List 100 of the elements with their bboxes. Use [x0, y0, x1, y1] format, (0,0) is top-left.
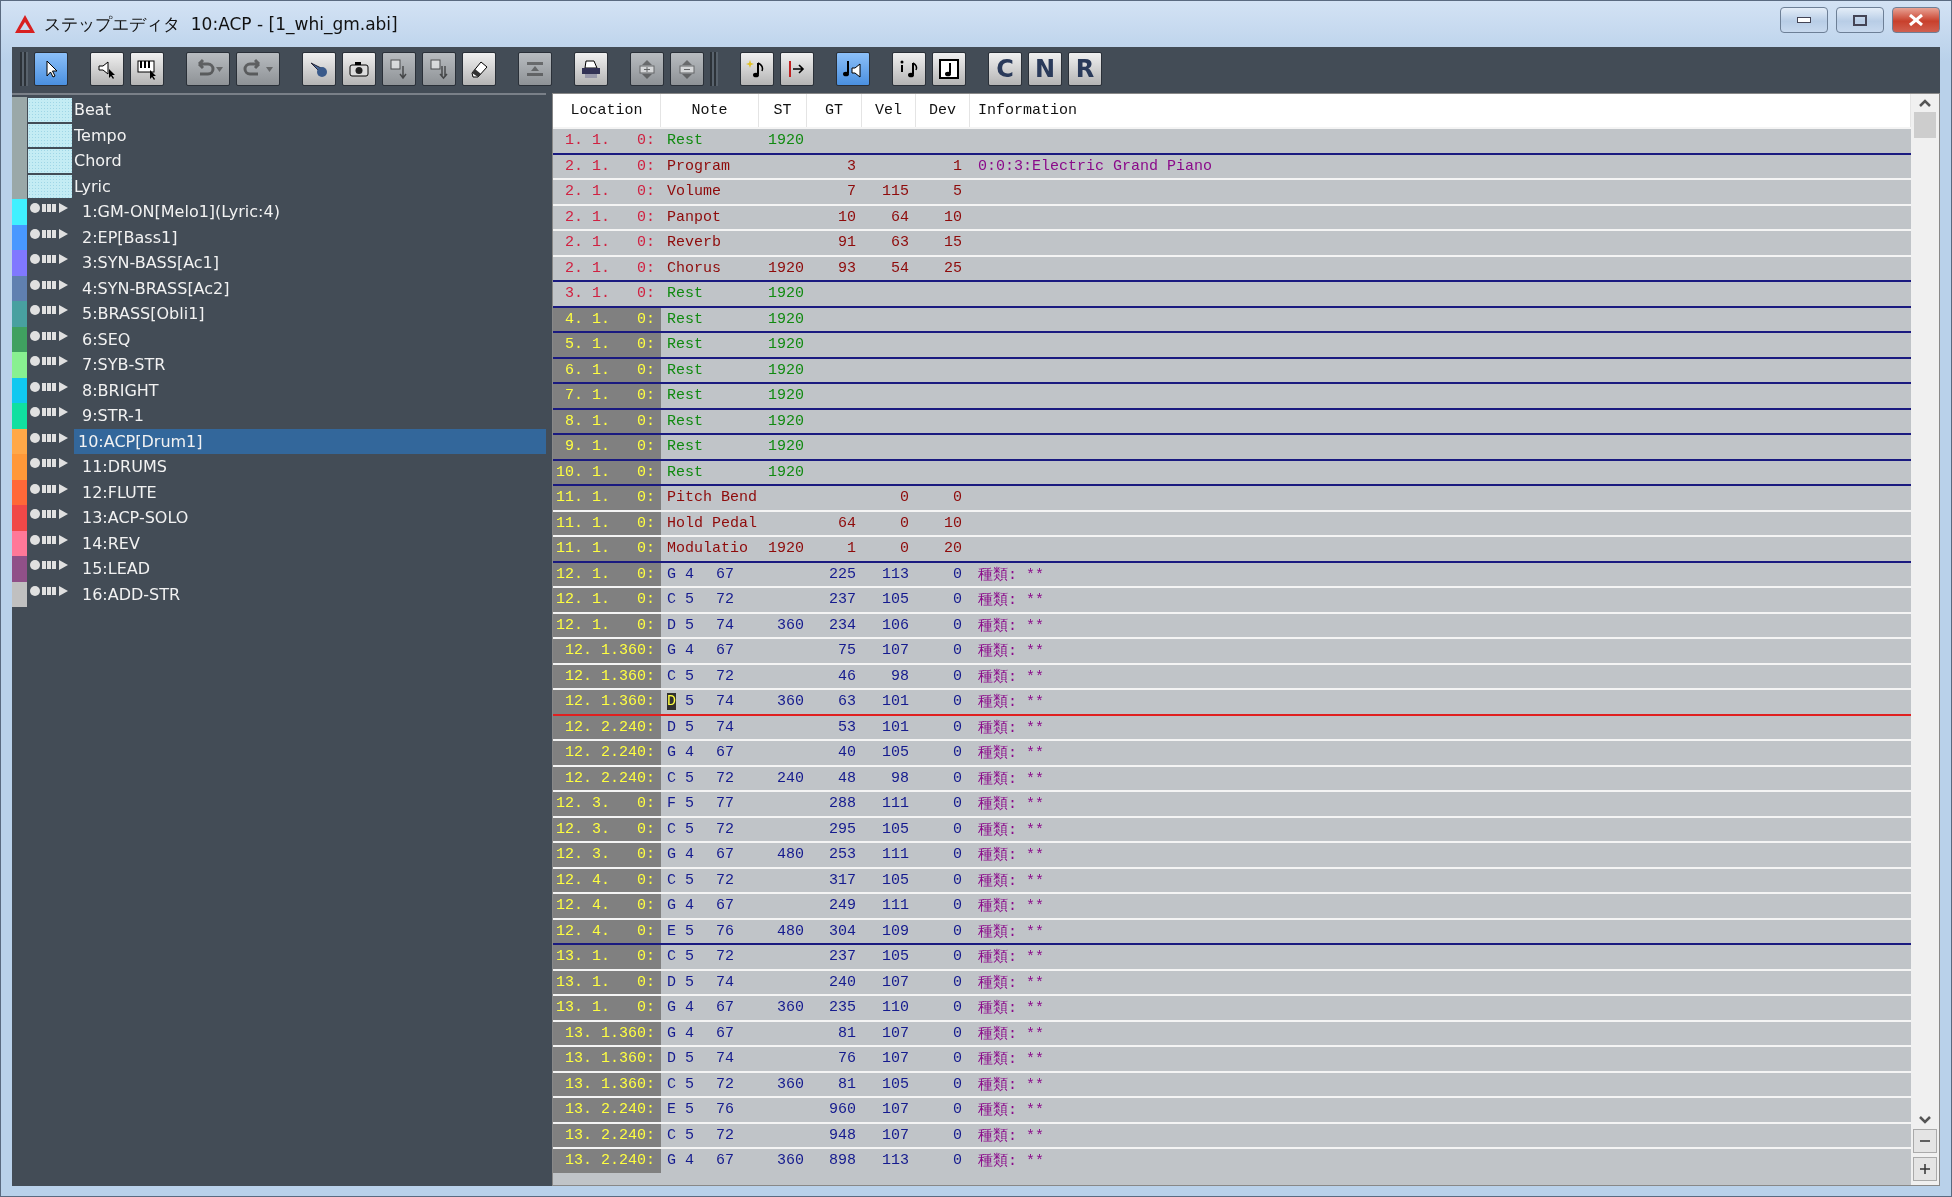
- gt-cell-text: 249: [828, 896, 857, 917]
- close-button[interactable]: [1892, 7, 1940, 33]
- track-item[interactable]: 10:ACP[Drum1]: [74, 428, 546, 454]
- minimize-button[interactable]: [1780, 7, 1828, 33]
- note-cell-text: Rest: [666, 462, 704, 483]
- location-cell: 11. 1. 0:: [553, 486, 661, 510]
- printer-icon: [580, 58, 602, 80]
- track-item[interactable]: 11:DRUMS: [74, 454, 546, 480]
- track-item[interactable]: 4:SYN-BRASS[Ac2]: [74, 275, 546, 301]
- location-cell: 12. 1.360:: [553, 664, 661, 688]
- note-cell-text: G 4 67: [666, 1151, 736, 1172]
- scroll-up-icon[interactable]: [1918, 98, 1932, 108]
- information-cell-text: 種類: **: [977, 642, 1045, 663]
- vel-cell-text: 107: [881, 641, 910, 662]
- toolbar-button[interactable]: C: [988, 52, 1022, 86]
- scroll-thumb[interactable]: [1914, 112, 1936, 138]
- note-cell-text: G 4 67: [666, 564, 736, 585]
- dev-cell-text: 0: [952, 615, 963, 636]
- information-cell-text: 種類: **: [977, 744, 1045, 765]
- track-item[interactable]: 13:ACP-SOLO: [74, 505, 546, 531]
- note-cell-text: G 4 67: [666, 641, 736, 662]
- location-cell: 12. 4. 0:: [553, 868, 661, 892]
- st-cell-text: 1920: [767, 539, 805, 560]
- track-item[interactable]: 8:BRIGHT: [74, 377, 546, 403]
- location-cell: 11. 1. 0:: [553, 537, 661, 561]
- toolbar-button[interactable]: [130, 52, 164, 86]
- gt-cell-text: 235: [828, 998, 857, 1019]
- vel-cell-text: 98: [890, 768, 910, 789]
- track-item[interactable]: 2:EP[Bass1]: [74, 224, 546, 250]
- track-item[interactable]: 3:SYN-BASS[Ac1]: [74, 250, 546, 276]
- st-cell-text: 360: [776, 1074, 805, 1095]
- dev-cell-text: 0: [952, 1074, 963, 1095]
- location-cell: 11. 1. 0:: [553, 511, 661, 535]
- location-cell: 12. 3. 0:: [553, 817, 661, 841]
- toolbar-button[interactable]: [836, 52, 870, 86]
- information-cell-text: 種類: **: [977, 846, 1045, 867]
- scroll-down-icon[interactable]: [1918, 1115, 1932, 1125]
- scrollbar[interactable]: [1911, 94, 1939, 1185]
- track-item[interactable]: 16:ADD-STR: [74, 581, 546, 607]
- track-item[interactable]: 14:REV: [74, 530, 546, 556]
- track-item[interactable]: Tempo: [74, 122, 546, 148]
- vel-cell-text: 105: [881, 1074, 910, 1095]
- toolbar-button[interactable]: N: [1028, 52, 1062, 86]
- dev-cell-text: 0: [952, 692, 963, 713]
- location-cell: 12. 2.240:: [553, 715, 661, 739]
- dev-cell-text: 0: [952, 819, 963, 840]
- note-cell-text: G 4 67: [666, 743, 736, 764]
- note-cell-text: Panpot: [666, 207, 722, 228]
- vel-cell-text: 105: [881, 947, 910, 968]
- st-cell-text: 480: [776, 921, 805, 942]
- toolbar-button[interactable]: [892, 52, 926, 86]
- toolbar-button[interactable]: [740, 52, 774, 86]
- toolbar-button[interactable]: R: [1068, 52, 1102, 86]
- note-cell-text: Rest: [666, 131, 704, 152]
- gt-cell-text: 64: [837, 513, 857, 534]
- note-cell-text: D 5 74: [666, 692, 736, 713]
- toolbar-button[interactable]: [34, 52, 68, 86]
- toolbar-button[interactable]: [90, 52, 124, 86]
- toolbar-button[interactable]: [780, 52, 814, 86]
- gt-cell-text: 81: [837, 1074, 857, 1095]
- track-item[interactable]: Chord: [74, 148, 546, 174]
- note-cell-text: D 5 74: [666, 717, 736, 738]
- toolbar-button[interactable]: [302, 52, 336, 86]
- track-item[interactable]: Beat: [74, 97, 546, 123]
- dev-cell-text: 0: [952, 947, 963, 968]
- track-item[interactable]: 7:SYB-STR: [74, 352, 546, 378]
- location-cell: 12. 1. 0:: [553, 562, 661, 586]
- zoom-in-button[interactable]: [1913, 1157, 1937, 1181]
- location-cell: 4. 1. 0:: [553, 307, 661, 331]
- dev-cell-text: 0: [952, 590, 963, 611]
- track-item[interactable]: 6:SEQ: [74, 326, 546, 352]
- location-cell: 12. 2.240:: [553, 741, 661, 765]
- toolbar-button[interactable]: [462, 52, 496, 86]
- toolbar-grip[interactable]: [20, 52, 28, 86]
- st-cell-text: 360: [776, 692, 805, 713]
- track-item[interactable]: 1:GM-ON[Melo1](Lyric:4): [74, 199, 546, 225]
- gt-cell-text: 46: [837, 666, 857, 687]
- track-item[interactable]: 5:BRASS[Obli1]: [74, 301, 546, 327]
- dev-cell-text: 10: [943, 207, 963, 228]
- zoom-out-button[interactable]: [1913, 1129, 1937, 1153]
- toolbar-button[interactable]: [574, 52, 608, 86]
- location-cell: 13. 2.240:: [553, 1123, 661, 1147]
- information-cell-text: 種類: **: [977, 693, 1045, 714]
- close-icon: [1909, 14, 1923, 26]
- st-cell-text: 360: [776, 1151, 805, 1172]
- note-cell-text: G 4 67: [666, 845, 736, 866]
- toolbar-button[interactable]: [342, 52, 376, 86]
- toolbar-grip[interactable]: [710, 52, 718, 86]
- track-item[interactable]: 15:LEAD: [74, 556, 546, 582]
- vel-cell-text: 111: [881, 845, 910, 866]
- track-item[interactable]: 9:STR-1: [74, 403, 546, 429]
- maximize-button[interactable]: [1836, 7, 1884, 33]
- st-cell-text: 1920: [767, 386, 805, 407]
- location-cell: 7. 1. 0:: [553, 384, 661, 408]
- track-item[interactable]: Lyric: [74, 173, 546, 199]
- location-cell: 8. 1. 0:: [553, 409, 661, 433]
- track-item[interactable]: 12:FLUTE: [74, 479, 546, 505]
- gt-cell-text: 960: [828, 1100, 857, 1121]
- vel-cell-text: 0: [899, 488, 910, 509]
- toolbar-button[interactable]: [932, 52, 966, 86]
